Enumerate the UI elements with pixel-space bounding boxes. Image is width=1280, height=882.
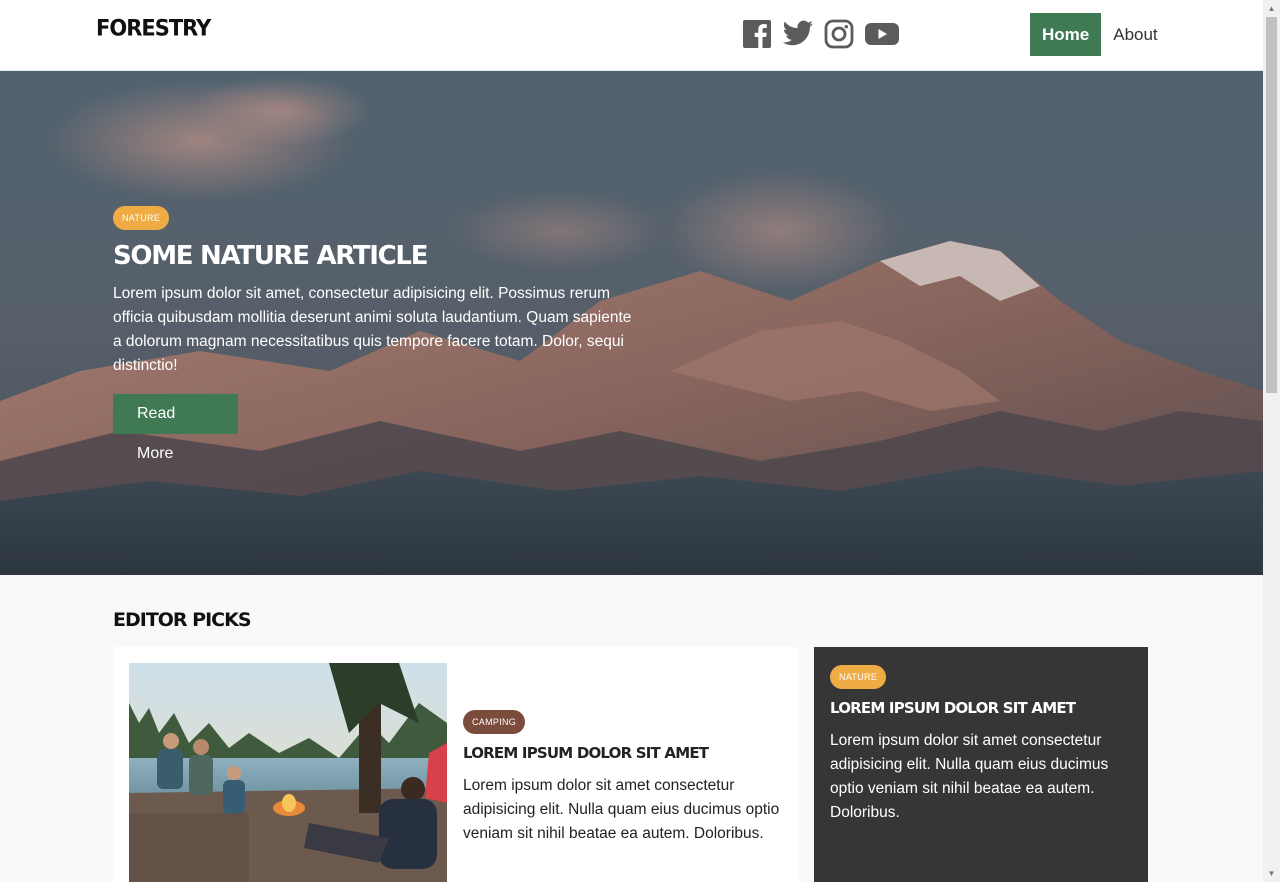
scrollbar-thumb[interactable] <box>1266 17 1277 393</box>
side-card-text: Lorem ipsum dolor sit amet consectetur a… <box>830 732 1109 821</box>
hero-text: Lorem ipsum dolor sit amet, consectetur … <box>113 285 632 374</box>
editor-picks-heading: EDITOR PICKS <box>113 609 252 631</box>
site-logo[interactable]: FORESTRY <box>96 15 211 40</box>
instagram-icon[interactable] <box>823 19 855 49</box>
main-card-body: CAMPING LOREM IPSUM DOLOR SIT AMET Lorem… <box>463 710 793 846</box>
nav-home[interactable]: Home <box>1030 13 1102 56</box>
main-card-text: Lorem ipsum dolor sit amet consectetur a… <box>463 777 780 842</box>
hero-tag[interactable]: NATURE <box>113 206 170 230</box>
site-header: FORESTRY Home About <box>0 0 1263 71</box>
hero-content: NATURE SOME NATURE ARTICLE Lorem ipsum d… <box>113 206 633 463</box>
side-card-body: NATURE LOREM IPSUM DOLOR SIT AMET Lorem … <box>830 665 1130 825</box>
read-more-button[interactable]: Read More <box>113 394 238 462</box>
side-card-tag[interactable]: NATURE <box>830 665 887 689</box>
camping-tag[interactable]: CAMPING <box>463 710 526 734</box>
main-card-title[interactable]: LOREM IPSUM DOLOR SIT AMET <box>463 744 793 762</box>
twitter-icon[interactable] <box>782 19 814 49</box>
camping-photo <box>129 663 447 882</box>
main-nav: Home About <box>1030 13 1170 56</box>
page: FORESTRY Home About NATURE SOME NATURE A… <box>0 0 1263 882</box>
hero-banner: NATURE SOME NATURE ARTICLE Lorem ipsum d… <box>0 71 1263 575</box>
scroll-down-arrow-icon[interactable]: ▼ <box>1263 865 1280 882</box>
editor-pick-card-side[interactable]: NATURE LOREM IPSUM DOLOR SIT AMET Lorem … <box>814 647 1148 882</box>
youtube-icon[interactable] <box>864 19 900 49</box>
facebook-icon[interactable] <box>741 19 773 49</box>
page-scrollbar[interactable]: ▲ ▼ <box>1263 0 1280 882</box>
hero-title: SOME NATURE ARTICLE <box>113 241 428 271</box>
social-links <box>741 19 900 49</box>
side-card-title[interactable]: LOREM IPSUM DOLOR SIT AMET <box>830 699 1130 717</box>
editor-pick-card-main[interactable]: CAMPING LOREM IPSUM DOLOR SIT AMET Lorem… <box>113 647 798 882</box>
nav-about[interactable]: About <box>1101 13 1169 56</box>
scroll-up-arrow-icon[interactable]: ▲ <box>1263 0 1280 17</box>
